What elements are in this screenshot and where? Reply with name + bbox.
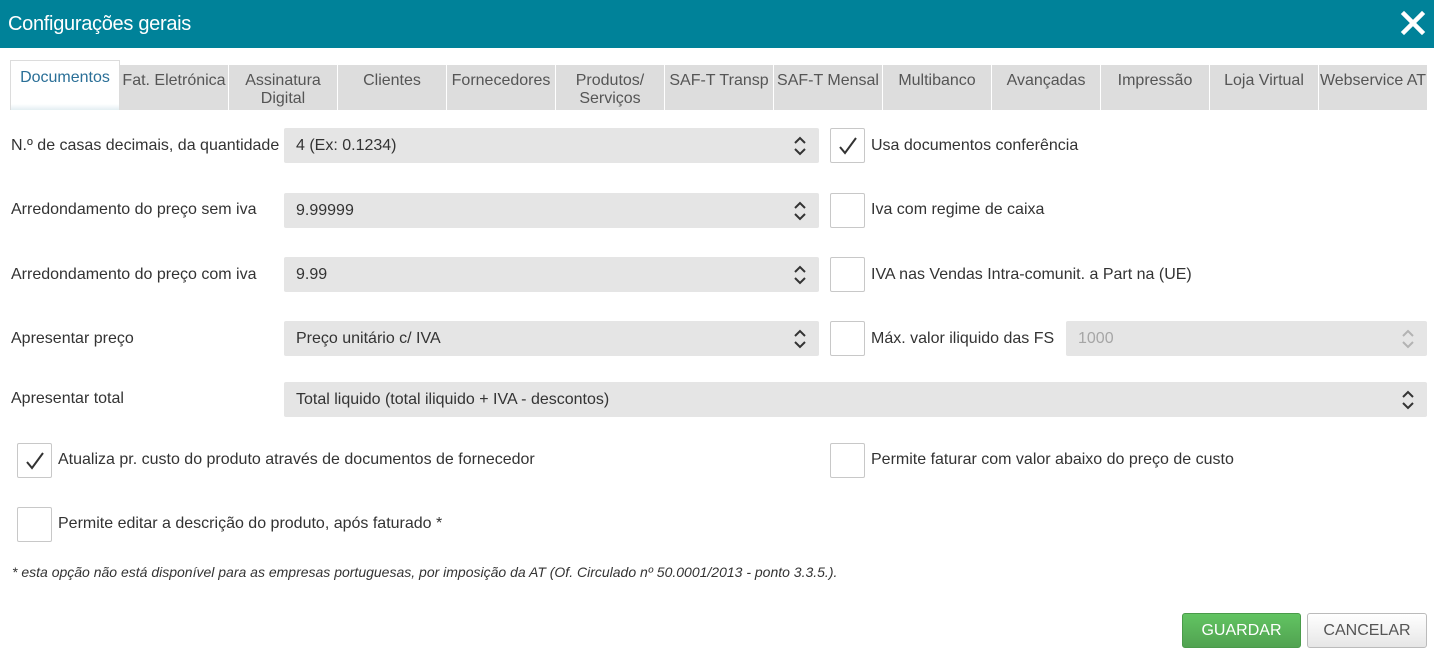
tab-produtos-servicos[interactable]: Produtos/ Serviços — [556, 65, 665, 110]
show-price-label: Apresentar preço — [11, 330, 134, 347]
show-price-value: Preço unitário c/ IVA — [296, 330, 441, 347]
max-net-fs-label: Máx. valor iliquido das FS — [871, 330, 1055, 347]
decimal-places-label: N.º de casas decimais, da quantidade — [11, 137, 280, 154]
tab-fornecedores[interactable]: Fornecedores — [447, 65, 556, 110]
tab-label: Webservice AT — [1319, 72, 1427, 89]
chevron-up-down-icon — [794, 136, 806, 156]
title-bar: Configurações gerais — [0, 0, 1434, 48]
below-cost-checkbox[interactable] — [830, 443, 865, 478]
tab-label: Assinatura Digital — [245, 72, 321, 107]
tab-label: Documentos — [20, 69, 110, 86]
decimal-places-value: 4 (Ex: 0.1234) — [296, 137, 397, 154]
tab-avancadas[interactable]: Avançadas — [992, 65, 1101, 110]
max-net-value: 1000 — [1078, 330, 1114, 347]
chevron-up-down-icon — [1402, 329, 1414, 349]
tab-label: SAF-T Mensal — [777, 72, 879, 89]
chevron-up-down-icon — [794, 265, 806, 285]
show-total-label: Apresentar total — [11, 390, 124, 407]
chevron-up-down-icon — [794, 329, 806, 349]
show-price-select[interactable]: Preço unitário c/ IVA — [284, 321, 819, 356]
close-button[interactable] — [1400, 10, 1426, 36]
tab-impressao[interactable]: Impressão — [1101, 65, 1210, 110]
tab-label: Produtos/ Serviços — [575, 72, 645, 107]
tab-multibanco[interactable]: Multibanco — [883, 65, 992, 110]
rounding-with-vat-label: Arredondamento do preço com iva — [11, 266, 257, 283]
cash-vat-checkbox[interactable] — [830, 193, 865, 228]
cancel-button[interactable]: CANCELAR — [1307, 613, 1427, 648]
tab-label: Avançadas — [1006, 72, 1086, 89]
chevron-up-down-icon — [794, 201, 806, 221]
tab-saft-transp[interactable]: SAF-T Transp — [665, 65, 774, 110]
tab-label: Multibanco — [898, 72, 976, 89]
edit-description-label: Permite editar a descrição do produto, a… — [58, 515, 443, 532]
rounding-no-vat-value: 9.99999 — [296, 202, 354, 219]
rounding-with-vat-select[interactable]: 9.99 — [284, 257, 819, 292]
close-icon — [1400, 10, 1426, 36]
max-net-value-select[interactable]: 1000 — [1066, 321, 1427, 356]
tab-bar: Documentos Fat. Eletrónica Assinatura Di… — [10, 60, 1427, 110]
dialog-title: Configurações gerais — [8, 13, 191, 35]
decimal-places-select[interactable]: 4 (Ex: 0.1234) — [284, 128, 819, 163]
conference-docs-checkbox[interactable] — [830, 128, 865, 163]
edit-description-checkbox[interactable] — [17, 507, 52, 542]
tab-label: Fornecedores — [451, 72, 551, 89]
tab-documentos[interactable]: Documentos — [10, 60, 120, 110]
update-cost-checkbox[interactable] — [17, 443, 52, 478]
conference-docs-label: Usa documentos conferência — [871, 137, 1079, 154]
tab-label: Loja Virtual — [1224, 72, 1304, 89]
rounding-with-vat-value: 9.99 — [296, 266, 328, 283]
tab-label: Clientes — [363, 72, 421, 89]
update-cost-label: Atualiza pr. custo do produto através de… — [58, 451, 535, 468]
footnote: * esta opção não está disponível para as… — [12, 564, 838, 580]
checkmark-icon — [839, 137, 857, 155]
show-total-select[interactable]: Total liquido (total iliquido + IVA - de… — [284, 382, 1427, 417]
tab-assinatura-digital[interactable]: Assinatura Digital — [229, 65, 338, 110]
max-net-fs-checkbox[interactable] — [830, 321, 865, 356]
intra-community-vat-label: IVA nas Vendas Intra-comunit. a Part na … — [871, 266, 1192, 283]
show-total-value: Total liquido (total iliquido + IVA - de… — [296, 391, 610, 408]
tab-saft-mensal[interactable]: SAF-T Mensal — [774, 65, 883, 110]
tab-label: Impressão — [1117, 72, 1193, 89]
tab-webservice-at[interactable]: Webservice AT — [1319, 65, 1427, 110]
tab-label: Fat. Eletrónica — [122, 72, 226, 89]
below-cost-label: Permite faturar com valor abaixo do preç… — [871, 451, 1234, 468]
rounding-no-vat-label: Arredondamento do preço sem iva — [11, 201, 257, 218]
tab-clientes[interactable]: Clientes — [338, 65, 447, 110]
save-button[interactable]: GUARDAR — [1182, 613, 1301, 648]
checkmark-icon — [26, 452, 44, 470]
tab-fat-eletronica[interactable]: Fat. Eletrónica — [120, 65, 229, 110]
intra-community-vat-checkbox[interactable] — [830, 257, 865, 292]
rounding-no-vat-select[interactable]: 9.99999 — [284, 193, 819, 228]
chevron-up-down-icon — [1402, 390, 1414, 410]
cash-vat-label: Iva com regime de caixa — [871, 201, 1045, 218]
tab-label: SAF-T Transp — [669, 72, 769, 89]
tab-loja-virtual[interactable]: Loja Virtual — [1210, 65, 1319, 110]
